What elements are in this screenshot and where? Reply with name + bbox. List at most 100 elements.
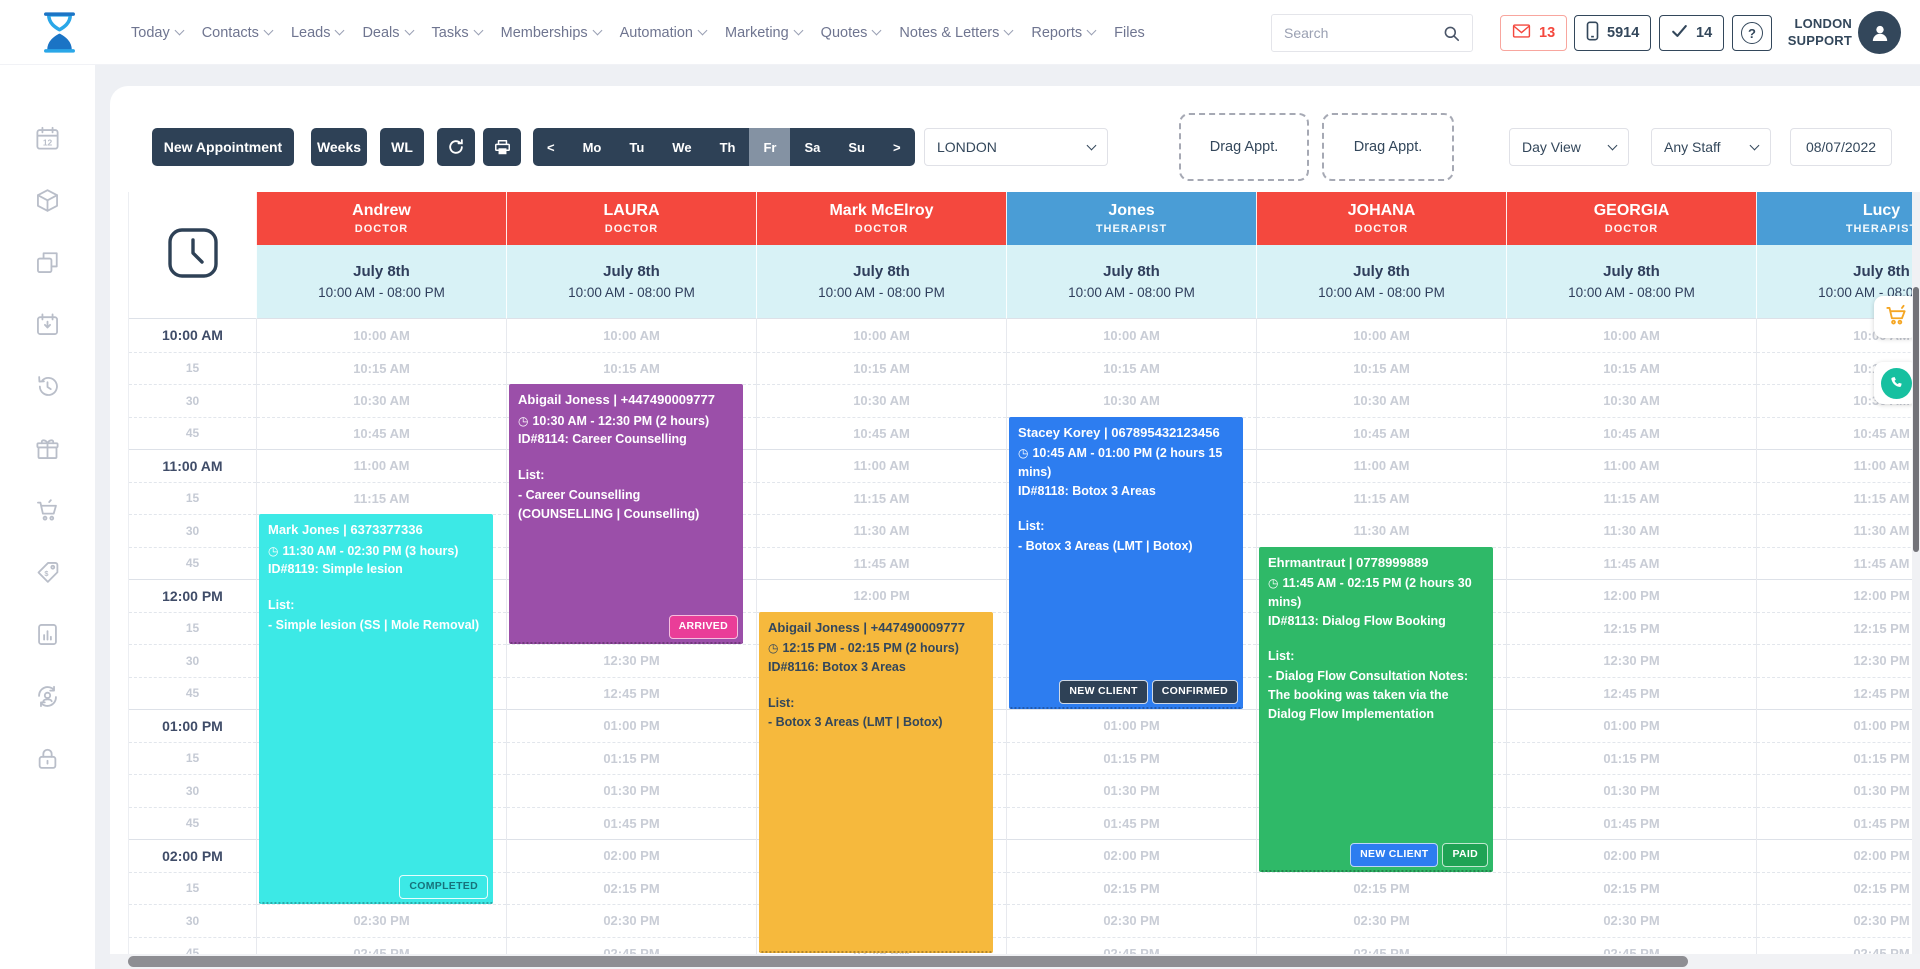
time-slot[interactable]: 11:15 AM [257, 482, 506, 515]
appointment-card[interactable]: Abigail Joness | +447490009777◷10:30 AM … [509, 384, 743, 644]
nav-item-today[interactable]: Today [131, 25, 183, 41]
weekday-mo[interactable]: Mo [569, 128, 616, 166]
sidebar-user-sync-icon[interactable] [0, 668, 95, 730]
weekday-fr[interactable]: Fr [749, 128, 790, 166]
horizontal-scrollbar-thumb[interactable] [128, 956, 1688, 967]
sidebar-lock-icon[interactable] [0, 730, 95, 792]
time-slot[interactable]: 10:15 AM [507, 352, 756, 385]
nav-item-automation[interactable]: Automation [620, 25, 706, 41]
next-day-button[interactable]: > [879, 128, 915, 166]
nav-item-deals[interactable]: Deals [362, 25, 412, 41]
phone-badge[interactable]: 5914 [1574, 15, 1651, 51]
time-slot[interactable]: 11:15 AM [757, 482, 1006, 515]
time-slot[interactable]: 01:15 PM [1757, 742, 1920, 775]
time-slot[interactable]: 01:30 PM [1007, 774, 1256, 807]
help-button[interactable]: ? [1732, 15, 1772, 51]
time-slot[interactable]: 11:15 AM [1507, 482, 1756, 515]
avatar[interactable] [1858, 11, 1901, 54]
app-logo[interactable] [36, 9, 83, 56]
time-slot[interactable]: 02:15 PM [1757, 872, 1920, 905]
sidebar-copy-icon[interactable] [0, 234, 95, 296]
time-slot[interactable]: 12:30 PM [1507, 644, 1756, 677]
weekday-su[interactable]: Su [834, 128, 879, 166]
time-slot[interactable]: 01:30 PM [507, 774, 756, 807]
time-slot[interactable]: 02:30 PM [507, 904, 756, 937]
time-slot[interactable]: 01:45 PM [1757, 807, 1920, 840]
time-slot[interactable]: 10:30 AM [257, 384, 506, 417]
weekday-tu[interactable]: Tu [615, 128, 658, 166]
time-slot[interactable]: 02:30 PM [1757, 904, 1920, 937]
time-slot[interactable]: 01:30 PM [1757, 774, 1920, 807]
search-input[interactable] [1272, 25, 1430, 41]
time-slot[interactable]: 10:00 AM [1257, 319, 1506, 352]
time-slot[interactable]: 11:30 AM [1757, 514, 1920, 547]
time-slot[interactable]: 11:45 AM [1757, 547, 1920, 580]
time-slot[interactable]: 11:00 AM [1257, 449, 1506, 482]
time-slot[interactable]: 11:00 AM [1757, 449, 1920, 482]
location-select[interactable]: LONDON [924, 128, 1108, 166]
nav-item-tasks[interactable]: Tasks [432, 25, 482, 41]
time-slot[interactable]: 10:45 AM [1507, 417, 1756, 450]
time-slot[interactable]: 12:15 PM [1757, 612, 1920, 645]
time-slot[interactable]: 12:00 PM [757, 579, 1006, 612]
nav-item-contacts[interactable]: Contacts [202, 25, 272, 41]
time-slot[interactable]: 10:15 AM [257, 352, 506, 385]
time-slot[interactable]: 10:45 AM [757, 417, 1006, 450]
time-slot[interactable]: 10:00 AM [757, 319, 1006, 352]
time-slot[interactable]: 01:00 PM [1507, 709, 1756, 742]
time-slot[interactable]: 01:15 PM [1507, 742, 1756, 775]
time-slot[interactable]: 02:00 PM [1507, 839, 1756, 872]
weekday-sa[interactable]: Sa [790, 128, 834, 166]
time-slot[interactable]: 12:30 PM [507, 644, 756, 677]
time-slot[interactable]: 11:30 AM [757, 514, 1006, 547]
time-slot[interactable]: 01:00 PM [507, 709, 756, 742]
sidebar-package-icon[interactable] [0, 172, 95, 234]
print-icon[interactable] [483, 128, 521, 166]
new-appointment-button[interactable]: New Appointment [152, 128, 294, 166]
time-slot[interactable]: 10:00 AM [1007, 319, 1256, 352]
sidebar-report-chart-icon[interactable] [0, 606, 95, 668]
time-slot[interactable]: 11:45 AM [1507, 547, 1756, 580]
time-slot[interactable]: 02:00 PM [1757, 839, 1920, 872]
time-slot[interactable]: 01:15 PM [1007, 742, 1256, 775]
time-slot[interactable]: 11:30 AM [1257, 514, 1506, 547]
time-slot[interactable]: 02:30 PM [1007, 904, 1256, 937]
time-slot[interactable]: 01:00 PM [1757, 709, 1920, 742]
time-slot[interactable]: 02:00 PM [1007, 839, 1256, 872]
drag-appointment-slot-2[interactable]: Drag Appt. [1322, 113, 1454, 181]
tasks-badge[interactable]: 14 [1659, 15, 1724, 51]
time-slot[interactable]: 12:30 PM [1757, 644, 1920, 677]
refresh-icon[interactable] [437, 128, 475, 166]
sidebar-calendar-sync-icon[interactable] [0, 296, 95, 358]
time-slot[interactable]: 11:00 AM [1507, 449, 1756, 482]
view-select[interactable]: Day View [1509, 128, 1629, 166]
time-slot[interactable]: 10:15 AM [1257, 352, 1506, 385]
time-slot[interactable]: 01:15 PM [507, 742, 756, 775]
time-slot[interactable]: 02:00 PM [507, 839, 756, 872]
time-slot[interactable]: 10:45 AM [1757, 417, 1920, 450]
time-slot[interactable]: 01:00 PM [1007, 709, 1256, 742]
nav-item-notes-letters[interactable]: Notes & Letters [899, 25, 1012, 41]
time-slot[interactable]: 10:30 AM [1257, 384, 1506, 417]
time-slot[interactable]: 10:15 AM [1507, 352, 1756, 385]
staff-select[interactable]: Any Staff [1651, 128, 1771, 166]
appointment-card[interactable]: Abigail Joness | +447490009777◷12:15 PM … [759, 612, 993, 953]
time-slot[interactable]: 02:15 PM [507, 872, 756, 905]
time-slot[interactable]: 10:30 AM [1507, 384, 1756, 417]
time-slot[interactable]: 02:30 PM [1507, 904, 1756, 937]
time-slot[interactable]: 10:15 AM [1007, 352, 1256, 385]
time-slot[interactable]: 01:45 PM [1507, 807, 1756, 840]
time-slot[interactable]: 01:30 PM [1507, 774, 1756, 807]
time-slot[interactable]: 12:00 PM [1757, 579, 1920, 612]
time-slot[interactable]: 10:00 AM [257, 319, 506, 352]
nav-item-leads[interactable]: Leads [291, 25, 344, 41]
weeks-button[interactable]: Weeks [311, 128, 367, 166]
time-slot[interactable]: 11:45 AM [757, 547, 1006, 580]
time-slot[interactable]: 02:15 PM [1507, 872, 1756, 905]
time-slot[interactable]: 12:45 PM [1507, 677, 1756, 710]
time-slot[interactable]: 10:45 AM [1257, 417, 1506, 450]
sidebar-gift-icon[interactable] [0, 420, 95, 482]
nav-item-reports[interactable]: Reports [1031, 25, 1095, 41]
time-slot[interactable]: 11:00 AM [757, 449, 1006, 482]
time-slot[interactable]: 10:15 AM [757, 352, 1006, 385]
